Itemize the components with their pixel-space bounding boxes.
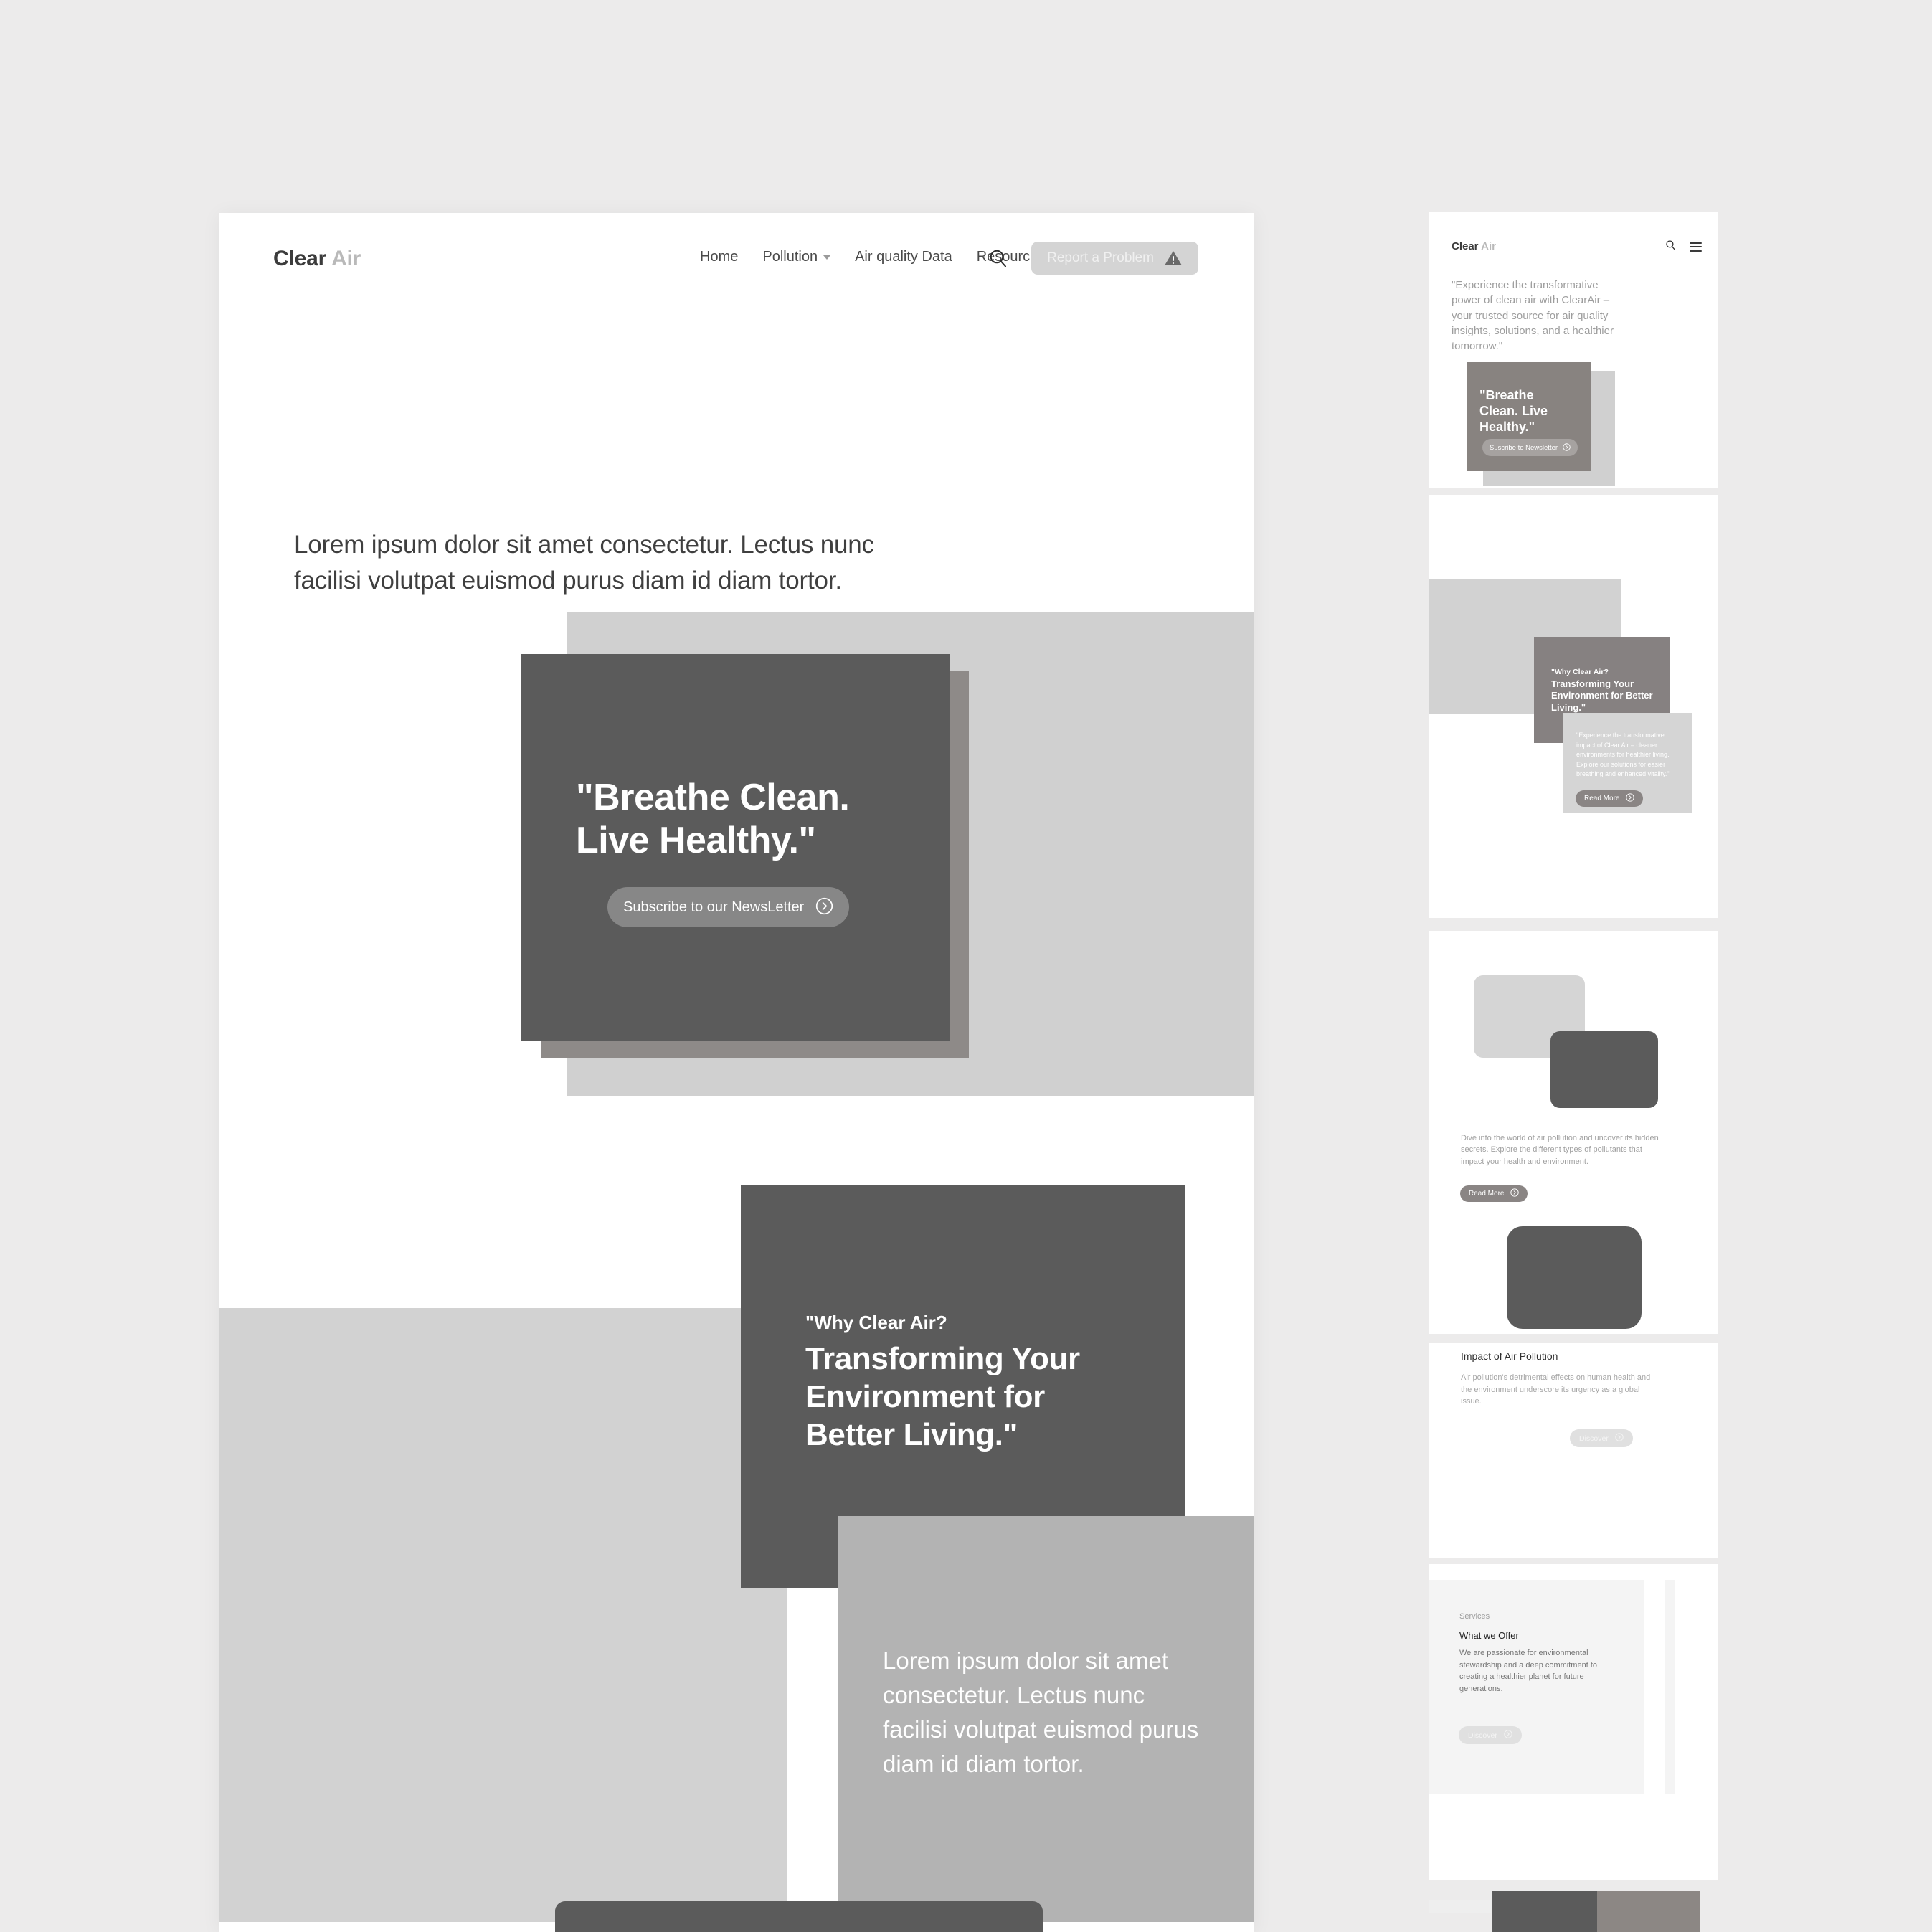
chevron-down-icon	[823, 255, 831, 260]
mobile-subscribe-newsletter-label: Suscribe to Newsletter	[1490, 443, 1558, 452]
desktop-navbar: Clear Air Home Pollution Air quality Dat…	[219, 213, 1254, 305]
mobile-section3-body-text: Dive into the world of air pollution and…	[1461, 1134, 1659, 1166]
report-problem-label: Report a Problem	[1047, 250, 1154, 265]
nav-item-home[interactable]: Home	[700, 249, 738, 265]
mobile-services-discover-label: Discover	[1468, 1730, 1497, 1740]
mobile-section3-image-placeholder-dark	[1550, 1031, 1658, 1108]
report-problem-button[interactable]: Report a Problem	[1031, 242, 1198, 275]
mobile-section3-read-more-label: Read More	[1469, 1190, 1505, 1198]
hero-subtitle: Lorem ipsum dolor sit amet consectetur. …	[294, 531, 874, 595]
mobile-hero-button-wrap: Suscribe to Newsletter	[1482, 439, 1578, 456]
hero-card: "Breathe Clean. Live Healthy." Subscribe…	[521, 654, 950, 1041]
section2-image-placeholder-left	[219, 1308, 787, 1922]
hero-button-wrap: Subscribe to our NewsLetter	[607, 887, 850, 927]
mobile-footer-blocks	[1492, 1891, 1700, 1932]
mobile-section2-read-more-button[interactable]: Read More	[1576, 790, 1644, 807]
logo-light: Air	[331, 247, 361, 270]
mobile-section2-title: Transforming Your Environment for Better…	[1551, 678, 1653, 713]
mobile-services-frame	[1665, 1580, 1675, 1794]
hero-title: "Breathe Clean. Live Healthy."	[576, 777, 850, 862]
desktop-nav-actions: Report a Problem	[988, 242, 1198, 275]
hamburger-bar	[1690, 250, 1702, 252]
mobile-footer-strip	[1429, 1900, 1491, 1913]
hamburger-bar	[1690, 242, 1702, 244]
mobile-section2-button-wrap: Read More	[1576, 790, 1644, 807]
logo[interactable]: Clear Air	[273, 247, 361, 271]
section2-body-text: Lorem ipsum dolor sit amet consectetur. …	[883, 1647, 1199, 1777]
search-icon[interactable]	[988, 248, 1008, 268]
arrow-right-circle-icon	[1504, 1730, 1512, 1741]
nav-item-label: Pollution	[762, 249, 818, 265]
mobile-section-why-clear-air: "Why Clear Air? Transforming Your Enviro…	[1429, 495, 1718, 918]
section2-body-card: Lorem ipsum dolor sit amet consectetur. …	[838, 1516, 1254, 1922]
mobile-section2-body-card: "Experience the transformative impact of…	[1563, 713, 1692, 813]
arrow-right-circle-icon	[815, 897, 833, 917]
hamburger-bar	[1690, 246, 1702, 247]
mobile-section4-discover-label: Discover	[1579, 1434, 1609, 1443]
mobile-footer-block-dark	[1492, 1891, 1597, 1932]
warning-triangle-icon	[1164, 250, 1183, 267]
mobile-intro-text: "Experience the transformative power of …	[1452, 279, 1614, 353]
mobile-subscribe-newsletter-button[interactable]: Suscribe to Newsletter	[1482, 439, 1578, 456]
mobile-section4-image-placeholder	[1507, 1226, 1642, 1329]
mobile-hero-card: "Breathe Clean. Live Healthy." Suscribe …	[1467, 362, 1591, 471]
mobile-section-services: Services What we Offer We are passionate…	[1429, 1564, 1718, 1880]
mobile-section3-button-wrap: Read More	[1460, 1185, 1528, 1202]
nav-item-label: Home	[700, 249, 739, 265]
mockup-canvas: Clear Air Home Pollution Air quality Dat…	[0, 0, 1932, 1932]
mobile-services-discover-button[interactable]: Discover	[1459, 1726, 1522, 1744]
mobile-services-button-wrap: Discover	[1459, 1726, 1522, 1744]
mobile-nav-actions	[1665, 240, 1702, 254]
mobile-section-hero: Clear Air "Experience the transformative…	[1429, 212, 1718, 488]
section2-title: Transforming Your Environment for Better…	[805, 1341, 1080, 1452]
search-icon[interactable]	[1665, 240, 1676, 254]
footer-shape	[555, 1901, 1043, 1932]
mobile-section2-body-text: "Experience the transformative impact of…	[1576, 731, 1670, 777]
hamburger-menu-icon[interactable]	[1690, 242, 1702, 252]
mobile-section-pollution: Dive into the world of air pollution and…	[1429, 931, 1718, 1334]
desktop-mockup-panel: Clear Air Home Pollution Air quality Dat…	[219, 213, 1254, 1932]
subscribe-newsletter-button[interactable]: Subscribe to our NewsLetter	[607, 887, 850, 927]
mobile-section2-eyebrow: "Why Clear Air?	[1551, 668, 1609, 676]
mobile-footer-block-light	[1597, 1891, 1700, 1932]
mobile-section4-discover-button[interactable]: Discover	[1570, 1429, 1633, 1447]
nav-item-air-quality-data[interactable]: Air quality Data	[855, 249, 952, 265]
mobile-section2-read-more-label: Read More	[1584, 795, 1620, 802]
subscribe-newsletter-label: Subscribe to our NewsLetter	[623, 899, 805, 915]
nav-item-label: Air quality Data	[855, 249, 952, 265]
nav-item-pollution[interactable]: Pollution	[762, 249, 831, 265]
mobile-logo-bold: Clear	[1452, 240, 1479, 252]
arrow-right-circle-icon	[1615, 1433, 1624, 1444]
arrow-right-circle-icon	[1510, 1188, 1520, 1199]
mobile-services-eyebrow: Services	[1459, 1612, 1490, 1621]
mobile-logo[interactable]: Clear Air	[1452, 240, 1496, 252]
mobile-section-impact: Impact of Air Pollution Air pollution's …	[1429, 1343, 1718, 1558]
mobile-section4-button-wrap: Discover	[1570, 1429, 1633, 1447]
mobile-services-body-text: We are passionate for environmental stew…	[1459, 1649, 1597, 1693]
logo-bold: Clear	[273, 247, 327, 270]
mobile-logo-light: Air	[1481, 240, 1496, 252]
arrow-right-circle-icon	[1626, 793, 1635, 804]
mobile-section4-body-text: Air pollution's detrimental effects on h…	[1461, 1373, 1651, 1406]
mobile-services-title: What we Offer	[1459, 1630, 1519, 1641]
mobile-mockup-panel: Clear Air "Experience the transformative…	[1429, 212, 1718, 1932]
mobile-hero-title: "Breathe Clean. Live Healthy."	[1479, 388, 1548, 434]
arrow-right-circle-icon	[1563, 442, 1571, 453]
mobile-section3-read-more-button[interactable]: Read More	[1460, 1185, 1528, 1202]
section2-eyebrow: "Why Clear Air?	[805, 1312, 947, 1333]
mobile-section4-title: Impact of Air Pollution	[1461, 1350, 1558, 1362]
